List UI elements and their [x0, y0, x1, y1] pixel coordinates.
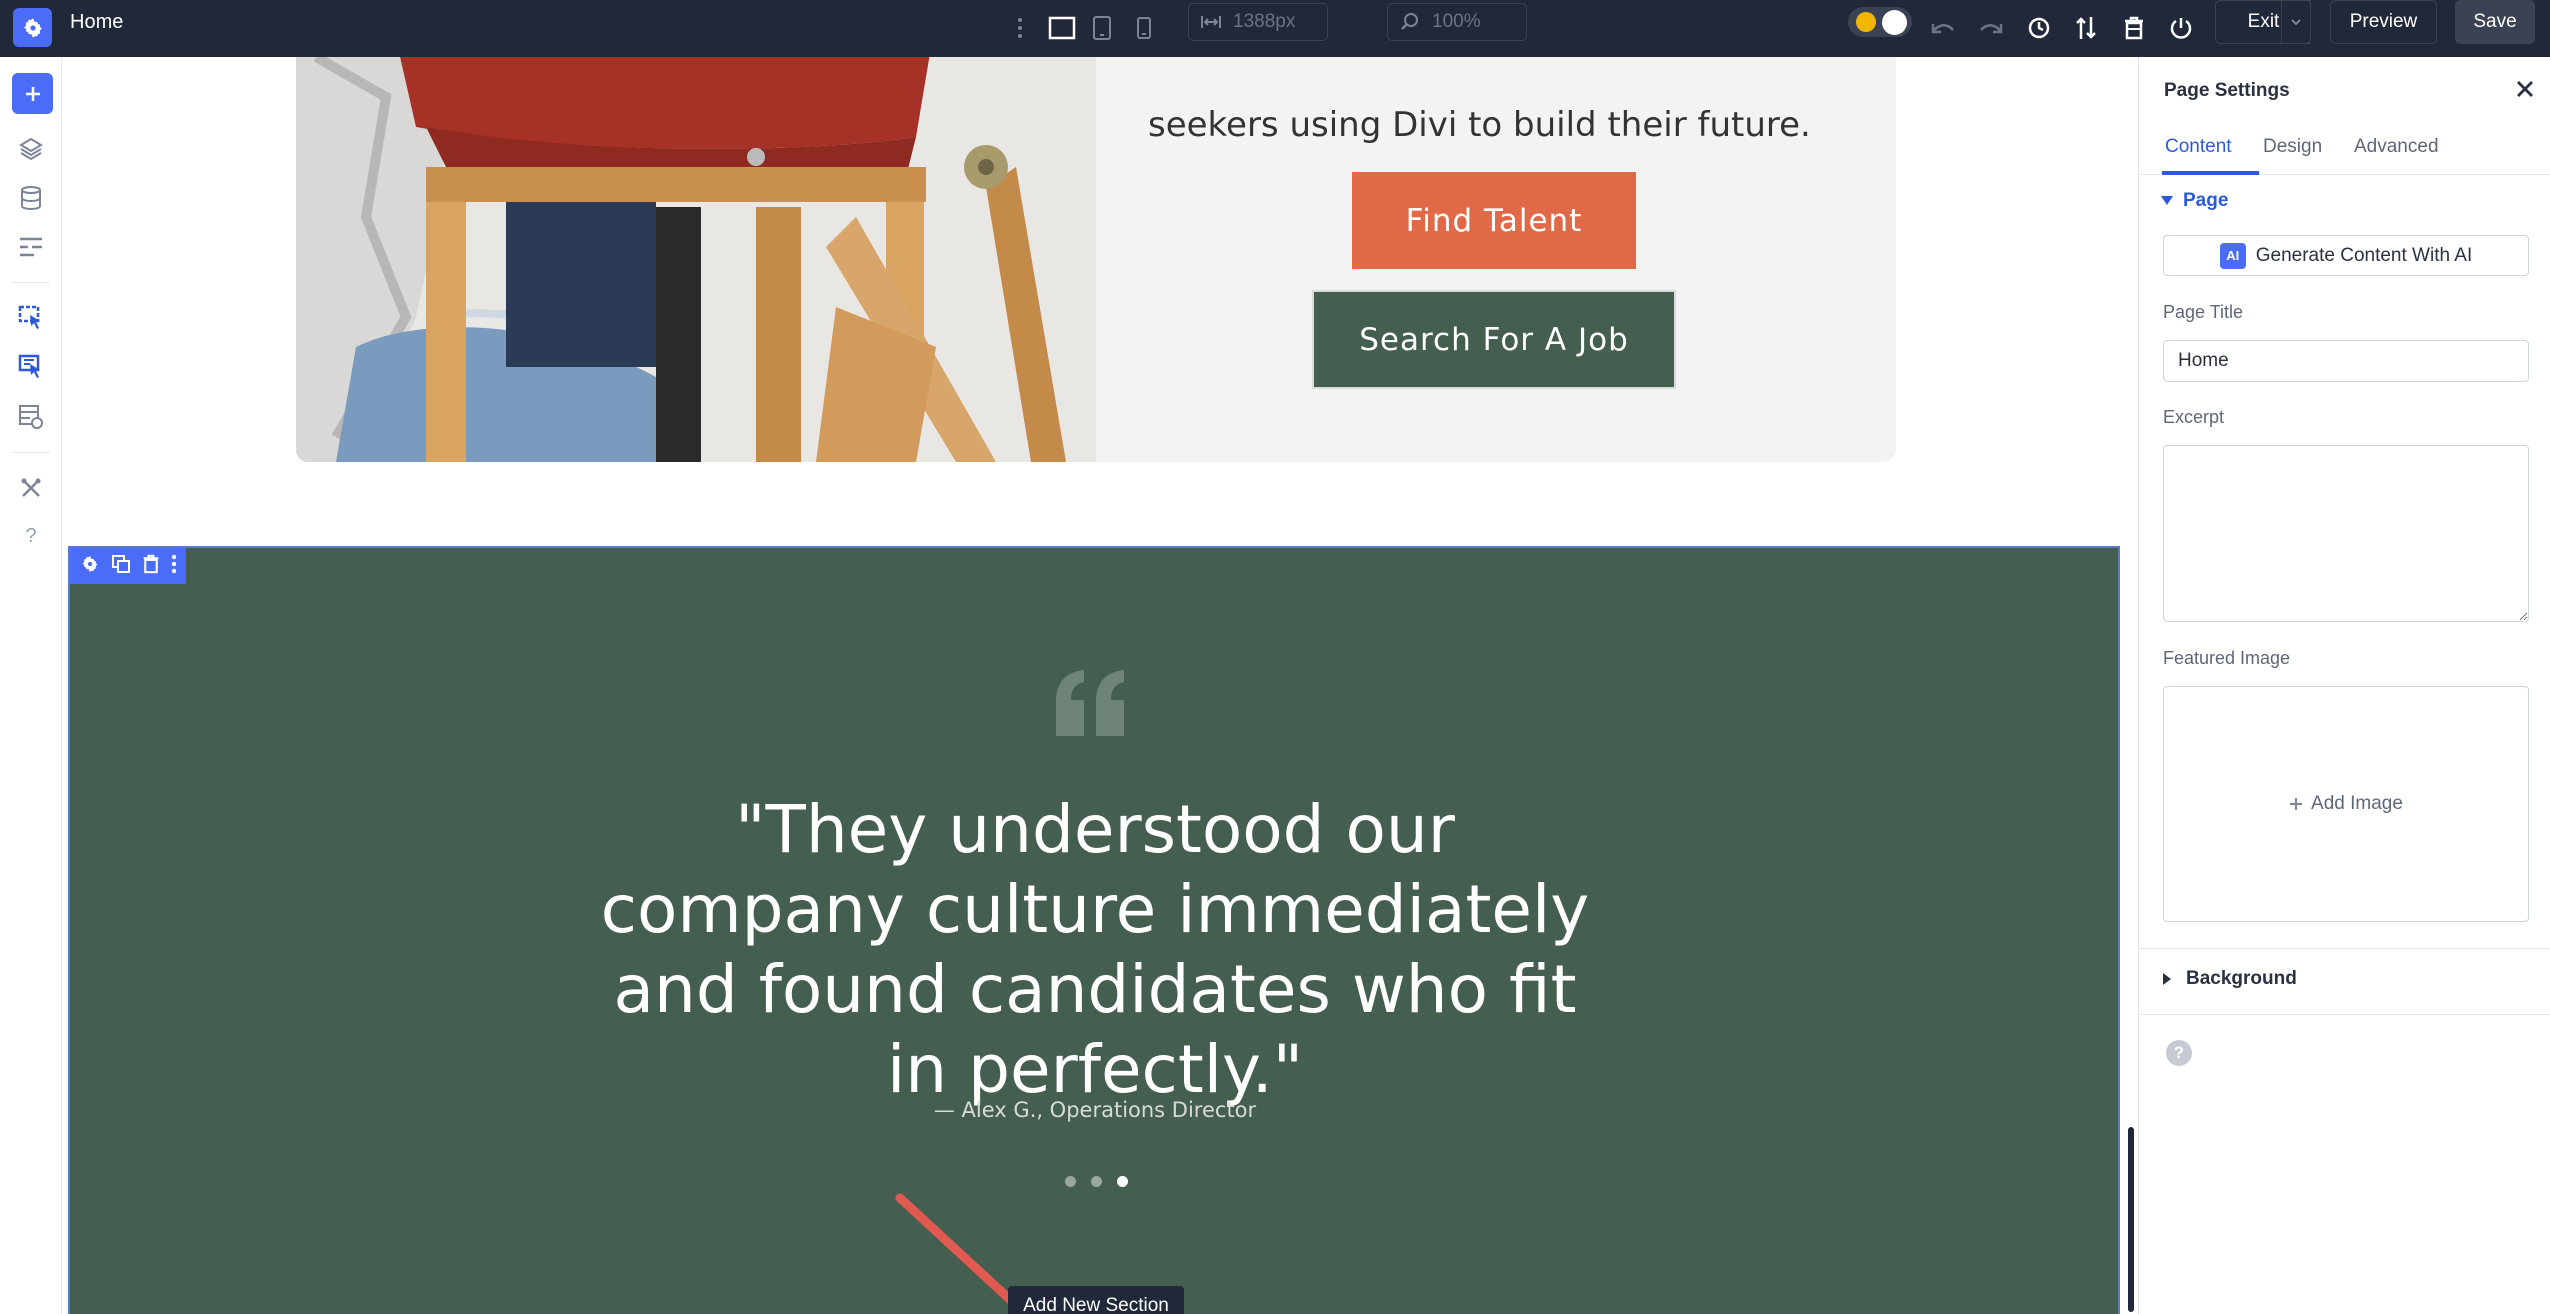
top-toolbar: Home 1388px 100% Exit Preview Save	[0, 0, 2550, 57]
undo-icon[interactable]	[1923, 8, 1963, 48]
zoom-search-icon	[1388, 12, 1432, 32]
preview-label: Preview	[2349, 11, 2418, 32]
slider-dot[interactable]	[1065, 1176, 1076, 1187]
sun-icon	[1856, 12, 1876, 32]
testimonial-author: — Alex G., Operations Director	[933, 1098, 1257, 1122]
panel-tabs: Content Design Advanced	[2139, 121, 2550, 175]
page-layout-icon[interactable]	[11, 227, 51, 267]
database-icon[interactable]	[11, 178, 51, 218]
rail-divider	[12, 452, 50, 453]
plus-icon	[25, 86, 40, 101]
section-more-icon[interactable]	[171, 554, 177, 579]
find-talent-button[interactable]: Find Talent	[1352, 172, 1636, 269]
panel-title: Page Settings	[2164, 80, 2290, 101]
testimonial-section[interactable]: "They understood our company culture imm…	[68, 546, 2120, 1314]
excerpt-textarea[interactable]	[2163, 445, 2529, 622]
page-title-input[interactable]	[2163, 340, 2529, 382]
tab-content[interactable]: Content	[2165, 136, 2232, 158]
generate-ai-label: Generate Content With AI	[2255, 244, 2473, 266]
add-element-button[interactable]	[12, 73, 53, 114]
trash-icon[interactable]	[2114, 8, 2154, 48]
page-title: Home	[70, 11, 124, 33]
page-group-toggle[interactable]: Page	[2161, 190, 2228, 212]
theme-toggle[interactable]	[1848, 7, 1912, 37]
history-clock-icon[interactable]	[2019, 8, 2059, 48]
zoom-field[interactable]: 100%	[1387, 3, 1527, 41]
testimonial-quote: "They understood our company culture imm…	[600, 791, 1590, 1108]
zoom-value: 100%	[1432, 11, 1481, 32]
close-icon[interactable]	[2510, 74, 2540, 104]
add-section-tooltip: Add New Section	[1008, 1286, 1184, 1314]
toggle-knob	[1882, 10, 1907, 35]
canvas-width-value: 1388px	[1233, 11, 1296, 32]
help-question-icon[interactable]: ?	[11, 516, 51, 556]
phone-view-icon[interactable]	[1124, 8, 1164, 48]
slider-dot[interactable]	[1091, 1176, 1102, 1187]
quote-mark-icon	[1054, 670, 1128, 741]
canvas-width-field[interactable]: 1388px	[1188, 3, 1328, 41]
active-tab-indicator	[2162, 171, 2259, 175]
plus-icon	[2290, 798, 2303, 810]
background-group-toggle[interactable]: Background	[2163, 968, 2297, 990]
power-icon[interactable]	[2161, 8, 2201, 48]
panel-divider	[2139, 1014, 2550, 1015]
featured-image-label: Featured Image	[2163, 648, 2291, 668]
section-settings-gear-icon[interactable]	[80, 554, 100, 579]
hover-mode-icon[interactable]	[11, 348, 51, 388]
section-delete-trash-icon[interactable]	[142, 554, 160, 579]
width-arrows-icon	[1189, 14, 1233, 30]
exit-dropdown-button[interactable]	[2281, 0, 2311, 44]
divi-settings-logo-icon[interactable]	[13, 8, 52, 47]
generate-ai-button[interactable]: AI Generate Content With AI	[2163, 235, 2529, 276]
save-button[interactable]: Save	[2455, 0, 2535, 44]
exit-label: Exit	[2247, 11, 2280, 32]
excerpt-label: Excerpt	[2163, 407, 2225, 427]
wireframe-view-icon[interactable]	[11, 397, 51, 437]
caret-right-icon	[2163, 973, 2171, 985]
preview-button[interactable]: Preview	[2330, 0, 2437, 44]
save-label: Save	[2473, 11, 2517, 32]
tools-icon[interactable]	[11, 468, 51, 508]
rail-divider	[12, 282, 50, 283]
redo-icon[interactable]	[1971, 8, 2011, 48]
help-icon[interactable]: ?	[2166, 1040, 2192, 1066]
ai-icon: AI	[2219, 242, 2246, 269]
tab-design[interactable]: Design	[2263, 136, 2322, 158]
desktop-view-icon[interactable]	[1042, 8, 1082, 48]
panel-divider	[2139, 948, 2550, 949]
hero-photo	[296, 57, 1096, 462]
drag-handle-icon[interactable]	[1000, 8, 1040, 48]
hero-card: seekers using Divi to build their future…	[296, 57, 1896, 462]
caret-down-icon	[2161, 196, 2173, 205]
section-toolbar	[70, 548, 186, 584]
background-group-label: Background	[2186, 968, 2297, 989]
search-job-button[interactable]: Search For A Job	[1312, 290, 1676, 389]
left-toolbar: ?	[0, 57, 62, 1314]
chevron-down-icon	[2291, 19, 2301, 26]
slider-dots	[1065, 1176, 1128, 1187]
tablet-view-icon[interactable]	[1082, 8, 1122, 48]
layers-icon[interactable]	[11, 129, 51, 169]
click-mode-icon[interactable]	[11, 299, 51, 339]
featured-image-dropzone[interactable]: Add Image	[2163, 686, 2529, 922]
add-image-label: Add Image	[2311, 793, 2403, 814]
canvas-scrollbar[interactable]	[2128, 1127, 2134, 1312]
portability-arrows-icon[interactable]	[2066, 8, 2106, 48]
page-title-label: Page Title	[2163, 302, 2244, 322]
page-group-label: Page	[2183, 190, 2229, 211]
slider-dot-active[interactable]	[1117, 1176, 1128, 1187]
section-duplicate-icon[interactable]	[111, 554, 131, 579]
builder-canvas: seekers using Divi to build their future…	[62, 57, 2138, 1314]
tab-advanced[interactable]: Advanced	[2354, 136, 2439, 158]
hero-text: seekers using Divi to build their future…	[1148, 105, 1811, 145]
page-settings-panel: Page Settings Content Design Advanced Pa…	[2138, 57, 2550, 1314]
